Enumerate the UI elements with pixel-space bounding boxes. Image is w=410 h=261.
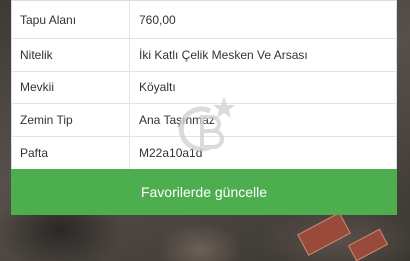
- map-building-roof: [297, 212, 351, 256]
- detail-value: 760,00: [139, 12, 176, 27]
- detail-value: Ana Taşınmaz: [139, 112, 215, 127]
- detail-row-mevkii: Mevkii Köyaltı: [12, 71, 396, 105]
- detail-row-pafta: Pafta M22a10a1d: [12, 136, 396, 170]
- detail-row-nitelik: Nitelik İki Katlı Çelik Mesken Ve Arsası: [12, 39, 396, 72]
- detail-row-zemin-tip: Zemin Tip Ana Taşınmaz: [12, 104, 396, 137]
- detail-value: Köyaltı: [139, 80, 176, 95]
- detail-label: Mevkii: [12, 71, 130, 104]
- detail-label: Nitelik: [12, 39, 130, 71]
- update-favorites-button[interactable]: Favorilerde güncelle: [11, 169, 397, 215]
- detail-label: Zemin Tip: [12, 104, 130, 136]
- detail-label: Tapu Alanı: [12, 1, 130, 38]
- detail-label: Pafta: [12, 136, 130, 170]
- detail-value: M22a10a1d: [139, 146, 203, 161]
- detail-value: İki Katlı Çelik Mesken Ve Arsası: [139, 47, 308, 62]
- property-details-table: Tapu Alanı 760,00 Nitelik İki Katlı Çeli…: [11, 0, 397, 171]
- detail-row-tapu-alani: Tapu Alanı 760,00: [12, 1, 396, 39]
- map-building-roof: [347, 228, 389, 261]
